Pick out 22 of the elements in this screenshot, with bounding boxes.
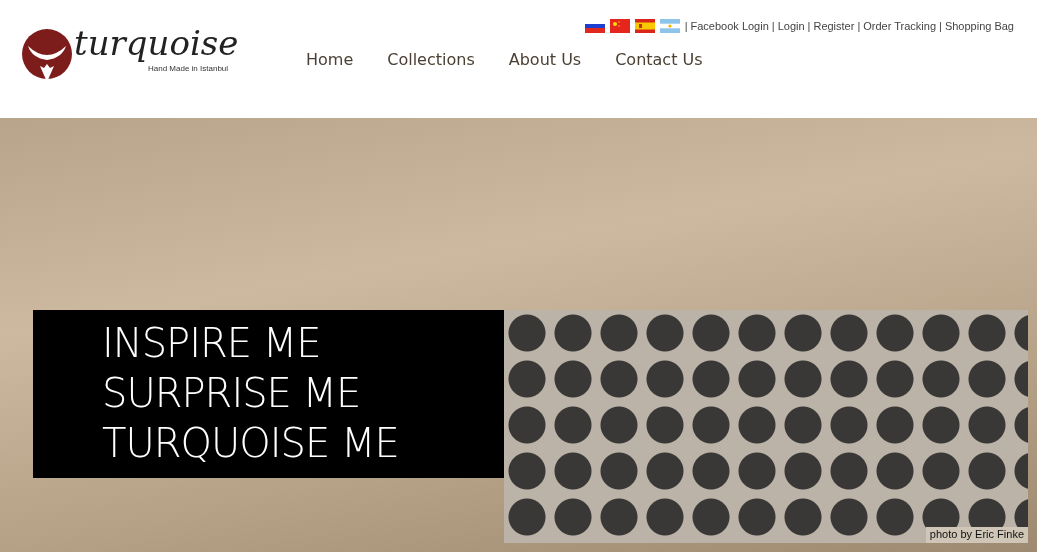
top-link[interactable]: Order Tracking xyxy=(863,20,936,32)
top-link[interactable]: Facebook Login xyxy=(690,20,769,32)
nav-link[interactable]: Contact Us xyxy=(615,50,703,69)
tagline: Hand Made in Istanbul xyxy=(148,64,230,73)
spain-flag-icon[interactable] xyxy=(634,19,655,33)
top-link[interactable]: Shopping Bag xyxy=(944,20,1014,32)
top-link[interactable]: Login xyxy=(777,20,805,32)
separator: | xyxy=(684,20,688,32)
separator: | xyxy=(939,20,942,32)
photo-credit: photo by Eric Finke xyxy=(925,527,1028,543)
separator: | xyxy=(807,20,811,32)
separator: | xyxy=(771,20,775,32)
china-flag-icon[interactable] xyxy=(609,19,630,33)
headline: INSPIRE ME xyxy=(102,319,322,368)
headline: TURQUOISE ME xyxy=(102,419,400,468)
nav-link[interactable]: Home xyxy=(306,50,354,69)
nav-link[interactable]: Collections xyxy=(387,50,475,69)
headline: SURPRISE ME xyxy=(102,369,362,418)
brand-name[interactable]: turquoise xyxy=(74,24,239,62)
top-link[interactable]: Register xyxy=(813,20,855,32)
separator: | xyxy=(857,20,861,32)
nav-link[interactable]: About Us xyxy=(508,50,582,69)
